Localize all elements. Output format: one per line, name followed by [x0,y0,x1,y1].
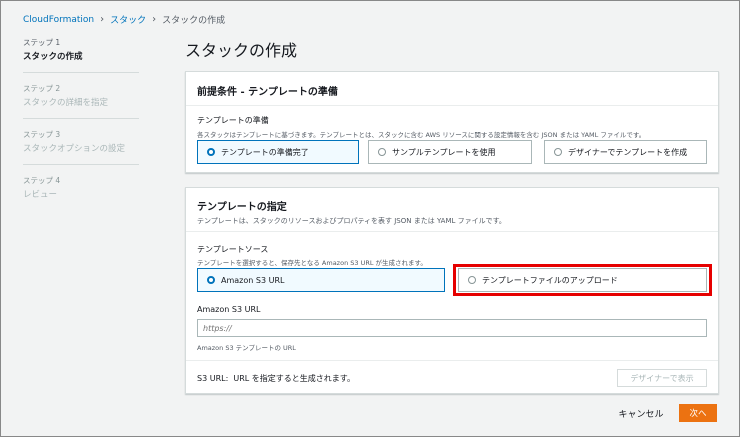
step-name: スタックの詳細を指定 [23,98,109,108]
radio-unselected-icon [378,148,386,156]
radio-template-ready[interactable]: テンプレートの準備完了 [197,140,359,164]
radio-amazon-s3-url[interactable]: Amazon S3 URL [197,268,445,292]
step-name: スタックオプションの設定 [23,144,126,154]
page-title: スタックの作成 [185,41,298,60]
cancel-button[interactable]: キャンセル [607,404,675,422]
radio-label: テンプレートの準備完了 [221,147,309,157]
specify-template-header: テンプレートの指定 テンプレートは、スタックのリソースおよびプロパティを表す J… [186,188,718,232]
step-number: ステップ 1 [23,38,61,47]
s3-url-hint: Amazon S3 テンプレートの URL [197,344,296,352]
radio-create-in-designer[interactable]: デザイナーでテンプレートを作成 [544,140,707,164]
step-number: ステップ 2 [23,84,61,93]
prepare-template-label: テンプレートの準備 [197,116,269,125]
breadcrumb-create-stack: スタックの作成 [162,16,226,26]
prereq-title: 前提条件 - テンプレートの準備 [197,87,338,98]
breadcrumb-stacks[interactable]: スタック [110,13,146,26]
breadcrumb-cloudformation[interactable]: CloudFormation [23,15,94,25]
breadcrumb: CloudFormation › スタック › スタックの作成 [23,13,225,26]
specify-template-desc: テンプレートは、スタックのリソースおよびプロパティを表す JSON または YA… [197,217,506,225]
radio-label: サンプルテンプレートを使用 [392,147,496,157]
specify-template-title: テンプレートの指定 [197,202,287,213]
next-button[interactable]: 次へ [679,404,717,422]
prepare-template-desc: 各スタックはテンプレートに基づきます。テンプレートとは、スタックに含む AWS … [197,131,646,139]
s3-url-footer: S3 URL: URL を指定すると生成されます。 [197,374,355,383]
chevron-right-icon: › [152,14,157,25]
s3-url-label: Amazon S3 URL [197,305,261,314]
radio-label: Amazon S3 URL [221,275,285,285]
radio-unselected-icon [554,148,562,156]
wizard-steps: ステップ 1 スタックの作成 ステップ 2 スタックの詳細を指定 ステップ 3 … [23,37,139,220]
step-name: レビュー [23,190,58,200]
radio-selected-icon [207,276,215,284]
step-number: ステップ 3 [23,130,61,139]
step-3: ステップ 3 スタックオプションの設定 [23,129,139,165]
step-2: ステップ 2 スタックの詳細を指定 [23,83,139,119]
highlight-box [453,264,712,296]
step-name: スタックの作成 [23,52,83,62]
chevron-right-icon: › [100,14,105,25]
s3-url-input[interactable] [197,319,707,337]
prereq-panel-header: 前提条件 - テンプレートの準備 [186,72,718,106]
step-number: ステップ 4 [23,176,61,185]
panel-divider [186,360,718,361]
step-1: ステップ 1 スタックの作成 [23,37,139,73]
radio-label: デザイナーでテンプレートを作成 [568,147,688,157]
template-source-label: テンプレートソース [197,245,269,254]
template-source-desc: テンプレートを選択すると、保存先となる Amazon S3 URL が生成されま… [197,259,427,267]
radio-use-sample[interactable]: サンプルテンプレートを使用 [368,140,532,164]
radio-selected-icon [207,148,215,156]
view-in-designer-button[interactable]: デザイナーで表示 [617,369,707,387]
step-4: ステップ 4 レビュー [23,175,139,210]
